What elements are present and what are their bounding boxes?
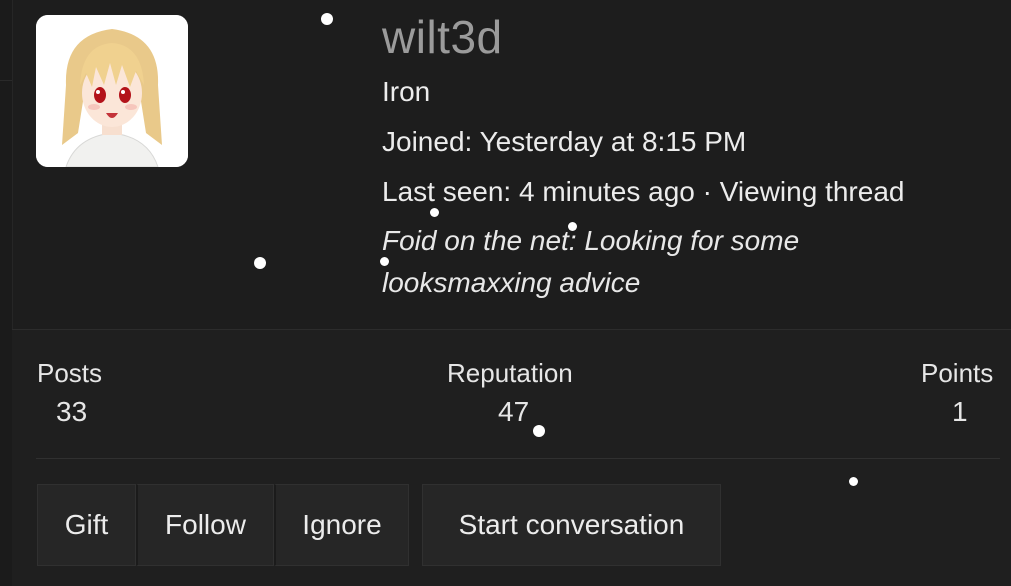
action-button-group: Gift Follow Ignore	[37, 484, 409, 566]
points-value[interactable]: 1	[952, 396, 968, 428]
reputation-label: Reputation	[447, 358, 573, 388]
snow-particle	[321, 13, 333, 25]
user-rank: Iron	[382, 76, 431, 107]
left-divider	[0, 80, 12, 81]
snow-particle	[380, 257, 389, 266]
avatar-illustration	[36, 15, 188, 167]
start-conversation-button[interactable]: Start conversation	[422, 484, 721, 566]
section-divider	[12, 329, 1011, 330]
status-message: Foid on the net: Looking for some looksm…	[382, 225, 800, 298]
snow-particle	[254, 257, 266, 269]
avatar[interactable]	[36, 15, 188, 167]
username[interactable]: wilt3d	[382, 10, 503, 64]
ignore-button[interactable]: Ignore	[274, 484, 409, 566]
snow-particle	[568, 222, 577, 231]
gift-button[interactable]: Gift	[37, 484, 136, 566]
joined-date: Joined: Yesterday at 8:15 PM	[382, 126, 747, 157]
points-label: Points	[921, 358, 994, 388]
stats-divider	[36, 458, 1000, 459]
posts-label: Posts	[37, 358, 103, 388]
posts-value[interactable]: 33	[56, 396, 87, 428]
follow-button[interactable]: Follow	[136, 484, 274, 566]
last-seen: Last seen: 4 minutes ago · Viewing threa…	[382, 176, 905, 207]
reputation-value[interactable]: 47	[498, 396, 529, 428]
snow-particle	[430, 208, 439, 217]
snow-particle	[533, 425, 545, 437]
snow-particle	[849, 477, 858, 486]
